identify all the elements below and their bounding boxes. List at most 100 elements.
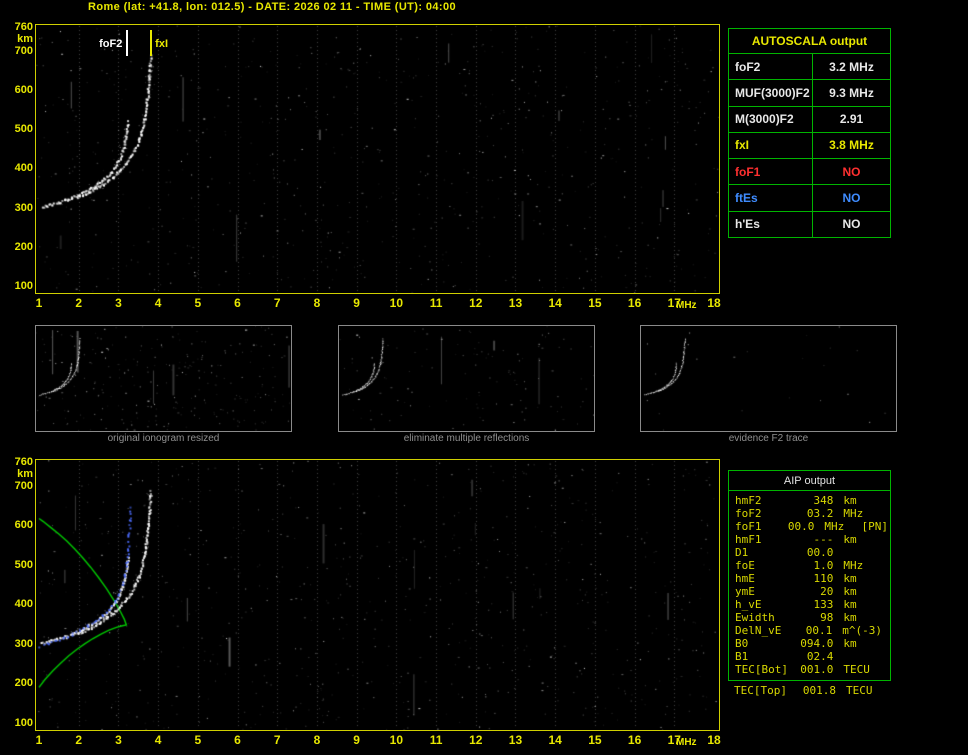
aip-param-extra bbox=[882, 663, 888, 676]
aip-param-name: foE bbox=[735, 559, 755, 572]
fof2-marker-label: foF2 bbox=[99, 38, 123, 50]
x-tick-label: 8 bbox=[313, 296, 321, 310]
x-axis-unit-label: MHz bbox=[676, 737, 697, 748]
autoscala-param-label: foF1 bbox=[729, 159, 813, 185]
aip-param-extra bbox=[882, 611, 888, 624]
aip-param-unit: TECU bbox=[843, 663, 870, 676]
aip-param-unit: MHz bbox=[843, 507, 864, 520]
x-tick-label: 15 bbox=[588, 733, 602, 747]
x-tick-label: 10 bbox=[389, 296, 404, 310]
x-tick-label: 12 bbox=[469, 733, 483, 747]
y-tick-label: 200 bbox=[14, 240, 33, 253]
x-tick-label: 7 bbox=[273, 296, 281, 310]
x-tick-label: 2 bbox=[75, 733, 83, 747]
aip-param-unit bbox=[833, 650, 882, 663]
aip-param-name: Ewidth bbox=[735, 611, 775, 624]
y-tick-label: 300 bbox=[14, 201, 33, 214]
aip-param-extra bbox=[882, 533, 888, 546]
x-tick-label: 4 bbox=[154, 733, 162, 747]
autoscala-row-fxi: fxI 3.8 MHz bbox=[729, 132, 890, 160]
autoscala-param-label: fxI bbox=[729, 132, 813, 159]
ionogram-canvas-bottom bbox=[36, 460, 719, 730]
x-tick-label: 11 bbox=[429, 296, 443, 310]
aip-param-unit: m^(-3) bbox=[842, 624, 882, 637]
aip-param-name: hmF1 bbox=[735, 533, 762, 546]
x-tick-label: 18 bbox=[707, 733, 721, 747]
y-tick-label: 100 bbox=[14, 717, 33, 729]
autoscala-row-fof1: foF1 NO bbox=[729, 159, 890, 186]
y-tick-label: 600 bbox=[14, 83, 33, 96]
aip-param-name: ymE bbox=[735, 585, 755, 598]
aip-param-unit: MHz bbox=[824, 520, 845, 533]
x-tick-label: 9 bbox=[353, 296, 360, 310]
x-tick-label: 16 bbox=[627, 296, 642, 310]
x-tick-label: 6 bbox=[234, 733, 241, 747]
aip-param-value: 110 bbox=[813, 572, 834, 585]
aip-param-unit: MHz bbox=[843, 559, 864, 572]
x-tick-label: 5 bbox=[194, 296, 202, 310]
y-tick-label: 760 bbox=[14, 456, 33, 468]
aip-row-hmf2: hmF2 348 km bbox=[735, 494, 888, 507]
aip-param-value: 348 bbox=[813, 494, 834, 507]
aip-row-yme: ymE 20 km bbox=[735, 585, 888, 598]
aip-param-unit: km bbox=[843, 611, 857, 624]
aip-param-extra bbox=[882, 507, 888, 520]
aip-row-foe: foE 1.0 MHz bbox=[735, 559, 888, 572]
autoscala-param-value: 3.8 MHz bbox=[829, 138, 874, 153]
ionogram-plot-bottom bbox=[35, 459, 720, 731]
autoscala-param-value: NO bbox=[842, 191, 861, 206]
x-tick-label: 11 bbox=[429, 733, 443, 747]
autoscala-param-value: 9.3 MHz bbox=[829, 85, 874, 100]
x-tick-label: 13 bbox=[508, 733, 523, 747]
aip-row-b1: B1 02.4 bbox=[735, 650, 888, 663]
x-tick-label: 3 bbox=[115, 733, 122, 747]
aip-param-name: foF1 bbox=[735, 520, 762, 533]
aip-param-extra bbox=[882, 494, 888, 507]
aip-param-name: h_vE bbox=[735, 598, 762, 611]
y-tick-label: 100 bbox=[14, 280, 33, 292]
aip-param-value: 094.0 bbox=[800, 637, 834, 650]
aip-param-name: hmE bbox=[735, 572, 755, 585]
x-tick-label: 1 bbox=[35, 296, 43, 310]
aip-param-name: B0 bbox=[735, 637, 749, 650]
aip-param-value: 03.2 bbox=[806, 507, 834, 520]
x-tick-label: 16 bbox=[627, 733, 642, 747]
aip-param-unit: km bbox=[843, 572, 857, 585]
aip-param-value: 00.0 bbox=[787, 520, 815, 533]
x-tick-label: 9 bbox=[353, 733, 360, 747]
x-tick-label: 2 bbox=[75, 296, 83, 310]
aip-param-name: DelN_vE bbox=[735, 624, 782, 637]
thumbnail-caption-reflections: eliminate multiple reflections bbox=[403, 433, 530, 444]
aip-param-unit: TECU bbox=[846, 684, 873, 697]
x-tick-label: 7 bbox=[273, 733, 281, 747]
x-tick-label: 6 bbox=[234, 296, 241, 310]
x-tick-label: 10 bbox=[389, 733, 404, 747]
x-tick-label: 1 bbox=[35, 733, 43, 747]
autoscala-row-ftes: ftEs NO bbox=[729, 185, 890, 212]
aip-param-extra bbox=[882, 624, 888, 637]
x-tick-label: 15 bbox=[588, 296, 602, 310]
x-tick-label: 18 bbox=[707, 296, 721, 310]
aip-param-extra bbox=[882, 650, 888, 663]
x-axis-unit-label: MHz bbox=[676, 300, 697, 311]
aip-param-name: D1 bbox=[735, 546, 749, 559]
thumbnail-multiple-reflections bbox=[338, 325, 595, 432]
autoscala-param-value: NO bbox=[842, 217, 861, 232]
aip-param-extra bbox=[882, 559, 888, 572]
aip-tec-top-row: TEC[Top] 001.8 TECU bbox=[734, 684, 886, 697]
aip-row-b0: B0 094.0 km bbox=[735, 637, 888, 650]
y-axis-unit-label: km bbox=[17, 33, 33, 45]
y-tick-label: 700 bbox=[14, 44, 33, 57]
aip-param-name: hmF2 bbox=[735, 494, 762, 507]
autoscala-param-value: 2.91 bbox=[839, 112, 864, 127]
aip-param-extra: [PN] bbox=[861, 520, 889, 533]
aip-row-fof1: foF1 00.0 MHz [PN] bbox=[735, 520, 888, 533]
aip-param-value: 20 bbox=[820, 585, 834, 598]
thumbnail-caption-original: original ionogram resized bbox=[107, 433, 220, 444]
aip-param-name: TEC[Top] bbox=[734, 684, 787, 697]
aip-param-extra bbox=[882, 572, 888, 585]
autoscala-param-value: NO bbox=[842, 164, 861, 179]
aip-param-name: B1 bbox=[735, 650, 749, 663]
aip-param-value: 00.0 bbox=[806, 546, 834, 559]
autoscala-row-fof2: foF2 3.2 MHz bbox=[729, 54, 890, 81]
